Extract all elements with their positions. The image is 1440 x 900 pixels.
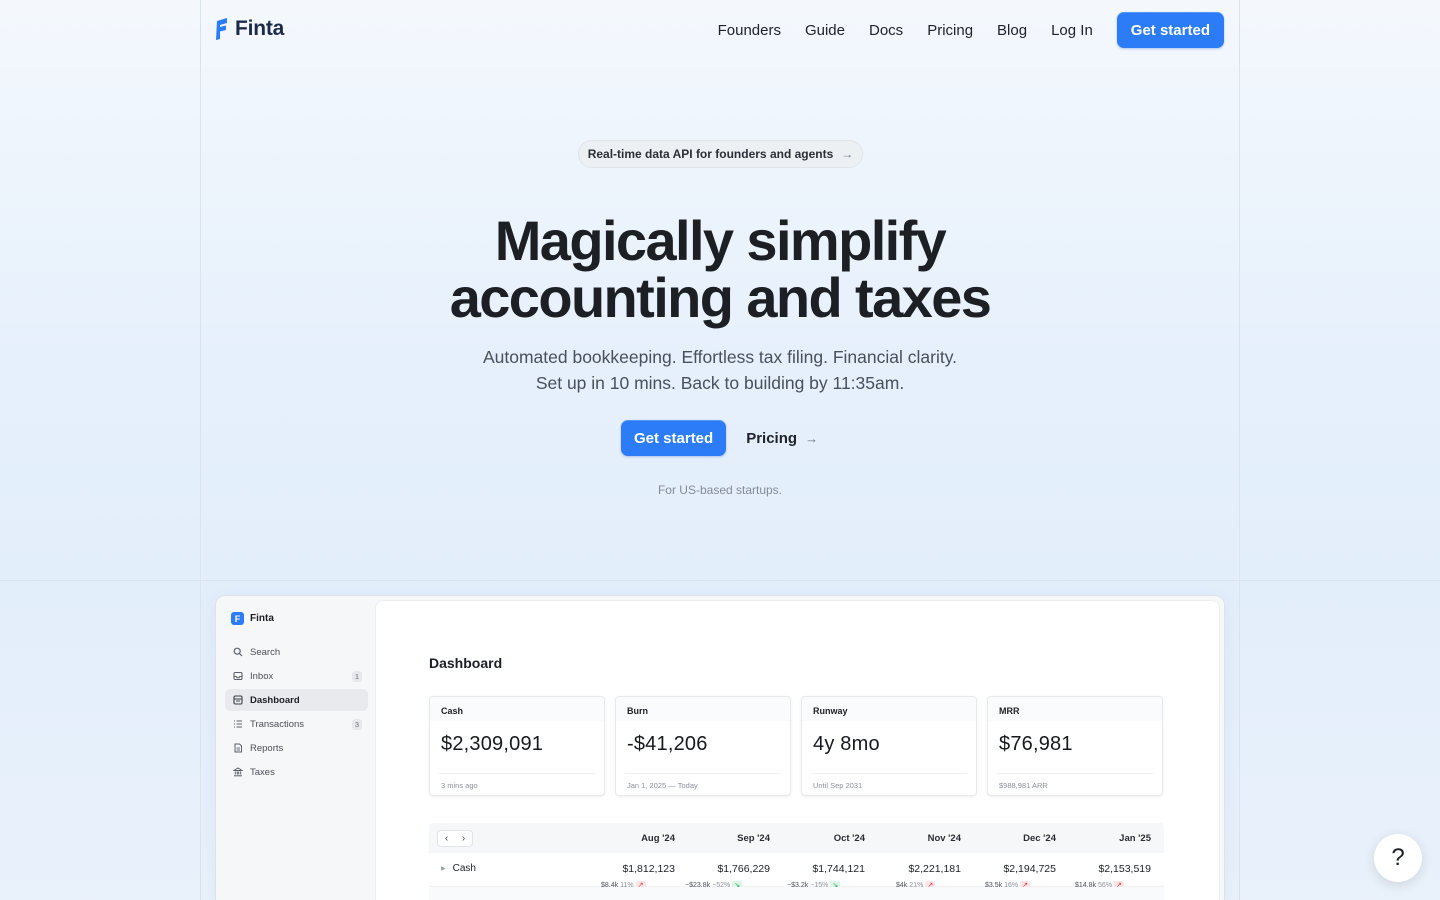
column-header: Aug '24 — [641, 833, 675, 844]
metric-card-value: 4y 8mo — [813, 733, 880, 755]
table-cell: $2,194,725 — [1003, 863, 1056, 875]
sidebar-item-reports[interactable]: Reports — [225, 737, 368, 759]
table-cell: $2,221,181 — [908, 863, 961, 875]
metric-card-title: Burn — [616, 697, 790, 721]
chevron-right-icon[interactable]: › — [455, 831, 472, 846]
nav-link-login[interactable]: Log In — [1051, 22, 1093, 39]
table-row[interactable]: ▶ Cash $1,812,123 $1,766,229 $1,744,121 … — [429, 853, 1164, 889]
bank-icon — [232, 767, 243, 778]
hero-title-line-2: accounting and taxes — [449, 266, 992, 329]
top-nav: Finta Founders Guide Docs Pricing Blog L… — [200, 0, 1240, 60]
sidebar-nav: Search Inbox 1 Dashboard Transactions 3 … — [225, 641, 368, 785]
column-header: Sep '24 — [737, 833, 770, 844]
monthly-table: ‹ › Aug '24 Sep '24 Oct '24 Nov '24 Dec … — [429, 823, 1164, 900]
metric-card-value: $76,981 — [999, 733, 1073, 755]
row-label-text: Cash — [452, 863, 476, 874]
guide-line-left — [200, 0, 201, 900]
table-cell: $1,744,121 — [812, 863, 865, 875]
month-pager: ‹ › — [437, 830, 473, 847]
search-icon — [232, 647, 243, 658]
hero-subtitle-line-2: Set up in 10 mins. Back to building by 1… — [535, 373, 905, 393]
page-title: Dashboard — [429, 655, 503, 671]
nav-link-guide[interactable]: Guide — [805, 22, 845, 39]
guide-line-horizontal — [0, 580, 1440, 581]
report-icon — [232, 743, 243, 754]
nav-link-founders[interactable]: Founders — [718, 22, 781, 39]
arrow-right-icon: → — [805, 430, 819, 446]
guide-line-right — [1239, 0, 1240, 900]
logo-text: Finta — [235, 17, 285, 40]
sidebar-item-taxes[interactable]: Taxes — [225, 761, 368, 783]
sidebar-item-inbox[interactable]: Inbox 1 — [225, 665, 368, 687]
arrow-right-icon: → — [841, 147, 854, 161]
nav-link-docs[interactable]: Docs — [869, 22, 903, 39]
table-row[interactable] — [429, 887, 1164, 900]
nav-get-started-button[interactable]: Get started — [1116, 12, 1224, 48]
sidebar-item-label: Transactions — [250, 718, 305, 730]
table-cell: $2,153,519 — [1098, 863, 1151, 875]
sidebar-item-transactions[interactable]: Transactions 3 — [225, 713, 368, 735]
sidebar-item-search[interactable]: Search — [225, 641, 368, 663]
app-logo-icon: F — [231, 612, 244, 625]
metric-cards: Cash $2,309,091 3 mins ago Burn -$41,206… — [429, 696, 1163, 796]
dashboard-icon — [232, 695, 243, 706]
metric-card-footer: $988,981 ARR — [997, 773, 1153, 790]
sidebar-item-dashboard[interactable]: Dashboard — [225, 689, 368, 711]
hero-cta-group: Get started Pricing → — [621, 420, 818, 456]
metric-card-footer: 3 mins ago — [439, 773, 595, 790]
metric-card-footer: Until Sep 2031 — [811, 773, 967, 790]
sidebar-item-label: Taxes — [250, 766, 275, 778]
column-header: Oct '24 — [833, 833, 865, 844]
metric-card-value: -$41,206 — [627, 733, 708, 755]
nav-links: Founders Guide Docs Pricing Blog Log In … — [694, 12, 1224, 48]
chevron-left-icon[interactable]: ‹ — [438, 831, 455, 846]
column-header: Nov '24 — [927, 833, 961, 844]
sidebar-item-label: Dashboard — [250, 694, 300, 706]
table-header: ‹ › Aug '24 Sep '24 Oct '24 Nov '24 Dec … — [429, 823, 1164, 853]
table-cell: $1,812,123 — [622, 863, 675, 875]
hero-subtitle: Automated bookkeeping. Effortless tax fi… — [0, 344, 1440, 396]
metric-card-mrr[interactable]: MRR $76,981 $988,981 ARR — [987, 696, 1163, 796]
hero-title-line-1: Magically simplify — [494, 209, 947, 272]
metric-card-title: Runway — [802, 697, 976, 721]
app-preview-frame: F Finta Search Inbox 1 Dashboard Transac… — [215, 595, 1225, 900]
caret-right-icon[interactable]: ▶ — [441, 865, 446, 872]
metric-card-value: $2,309,091 — [441, 733, 544, 755]
hero-pricing-link[interactable]: Pricing → — [746, 430, 818, 447]
hero-get-started-button[interactable]: Get started — [621, 420, 727, 456]
sidebar-item-label: Inbox — [250, 670, 274, 682]
transactions-count-badge: 3 — [351, 718, 362, 730]
column-header: Dec '24 — [1023, 833, 1056, 844]
finta-logo-icon — [216, 18, 227, 40]
help-button[interactable]: ? — [1374, 834, 1422, 882]
metric-card-title: MRR — [988, 697, 1162, 721]
app-brand-text: Finta — [250, 613, 274, 624]
inbox-icon — [232, 671, 243, 682]
metric-card-title: Cash — [430, 697, 604, 721]
metric-card-footer: Jan 1, 2025 — Today — [625, 773, 781, 790]
app-brand: F Finta — [231, 612, 274, 625]
list-icon — [232, 719, 243, 730]
sidebar-item-label: Search — [250, 646, 281, 658]
nav-link-pricing[interactable]: Pricing — [927, 22, 973, 39]
dashboard-main: Dashboard Cash $2,309,091 3 mins ago Bur… — [376, 601, 1219, 900]
row-label: ▶ Cash — [441, 863, 476, 874]
metric-card-cash[interactable]: Cash $2,309,091 3 mins ago — [429, 696, 605, 796]
hero-subtitle-line-1: Automated bookkeeping. Effortless tax fi… — [482, 347, 958, 367]
nav-link-blog[interactable]: Blog — [997, 22, 1027, 39]
hero-fine-print: For US-based startups. — [657, 483, 783, 497]
sidebar-item-label: Reports — [250, 742, 284, 754]
announcement-text: Real-time data API for founders and agen… — [587, 147, 834, 161]
inbox-count-badge: 1 — [351, 670, 362, 682]
app-sidebar: F Finta Search Inbox 1 Dashboard Transac… — [216, 596, 376, 900]
column-header: Jan '25 — [1119, 833, 1151, 844]
table-cell: $1,766,229 — [717, 863, 770, 875]
hero-title: Magically simplify accounting and taxes — [0, 212, 1440, 326]
hero-pricing-label: Pricing — [746, 429, 798, 447]
logo[interactable]: Finta — [214, 17, 284, 41]
announcement-pill[interactable]: Real-time data API for founders and agen… — [578, 140, 863, 168]
metric-card-runway[interactable]: Runway 4y 8mo Until Sep 2031 — [801, 696, 977, 796]
metric-card-burn[interactable]: Burn -$41,206 Jan 1, 2025 — Today — [615, 696, 791, 796]
